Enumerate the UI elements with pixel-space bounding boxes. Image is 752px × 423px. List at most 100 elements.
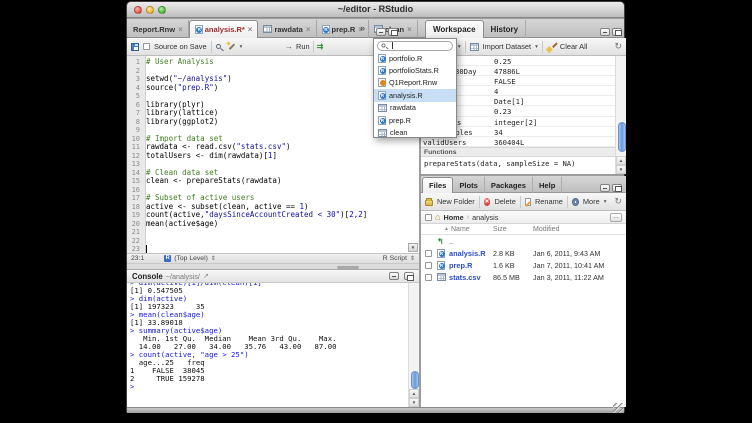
- resize-grip[interactable]: [613, 403, 623, 413]
- tab-files[interactable]: Files: [422, 177, 453, 193]
- tab-close-icon[interactable]: [178, 25, 183, 34]
- doc-type-label[interactable]: R Script: [383, 255, 407, 262]
- sort-asc-icon[interactable]: [444, 226, 449, 232]
- scrollbar-thumb[interactable]: [411, 371, 419, 389]
- file-name[interactable]: prep.R: [449, 261, 472, 270]
- more-button[interactable]: More: [583, 197, 600, 206]
- code-token: ): [227, 74, 232, 83]
- open-folder-icon[interactable]: [203, 272, 209, 280]
- ellipsis-button[interactable]: [610, 213, 622, 222]
- scrollbar-thumb[interactable]: [618, 122, 626, 152]
- rerun-icon[interactable]: [317, 42, 324, 51]
- maximize-pane-icon[interactable]: [404, 272, 414, 280]
- minimize-pane-icon[interactable]: [600, 28, 610, 36]
- refresh-icon[interactable]: [614, 41, 622, 52]
- maximize-pane-icon[interactable]: [388, 28, 398, 36]
- breadcrumb-home[interactable]: Home: [443, 213, 463, 222]
- dropdown-item[interactable]: Ranalysis.R: [374, 89, 456, 101]
- dropdown-item[interactable]: RportfolioStats.R: [374, 64, 456, 76]
- editor-scroll-down-icon[interactable]: [408, 243, 418, 252]
- tab-close-icon[interactable]: [306, 25, 311, 34]
- editor-tab[interactable]: Report.Rnw: [128, 20, 189, 38]
- clear-all-button[interactable]: Clear All: [560, 42, 588, 51]
- maximize-pane-icon[interactable]: [612, 28, 622, 36]
- run-arrow-icon[interactable]: [285, 42, 293, 51]
- home-icon[interactable]: [435, 212, 440, 222]
- code-line: 22: [127, 237, 419, 246]
- function-signature[interactable]: prepareStats(data, sampleSize = NA): [421, 157, 626, 168]
- code-token: ]: [272, 151, 277, 160]
- tab-workspace[interactable]: Workspace: [425, 20, 484, 38]
- file-checkbox[interactable]: [425, 274, 432, 281]
- doctype-stepper-icon[interactable]: [410, 255, 415, 262]
- tab-close-icon[interactable]: [248, 25, 253, 34]
- clear-all-broom-icon[interactable]: [547, 42, 556, 51]
- save-icon[interactable]: [131, 43, 139, 51]
- r-badge: R: [196, 27, 202, 33]
- source-on-save-checkbox[interactable]: [143, 43, 150, 50]
- files-breadcrumb: Home analysis: [421, 211, 626, 224]
- line-number: 4: [127, 84, 143, 93]
- dropdown-item[interactable]: Q1Report.Rnw: [374, 77, 456, 89]
- import-dataset-icon[interactable]: [470, 43, 479, 51]
- file-checkbox[interactable]: [425, 250, 432, 257]
- dropdown-item[interactable]: Rportfolio.R: [374, 52, 456, 64]
- gear-icon[interactable]: [572, 198, 579, 206]
- workspace-scrollbar[interactable]: [615, 56, 626, 174]
- file-row[interactable]: Rprep.R1.6 KBJan 7, 2011, 10:41 AM: [421, 259, 626, 271]
- r-scope-icon: [164, 255, 171, 262]
- dropdown-item[interactable]: Rprep.R: [374, 114, 456, 126]
- code-tools-wand-icon[interactable]: [227, 42, 236, 51]
- delete-button[interactable]: Delete: [494, 197, 515, 206]
- refresh-icon[interactable]: [614, 196, 622, 207]
- minimize-pane-icon[interactable]: [600, 184, 610, 192]
- scope-label[interactable]: (Top Level): [174, 255, 208, 262]
- new-folder-icon[interactable]: [425, 200, 433, 206]
- rename-button[interactable]: Rename: [535, 197, 563, 206]
- editor-status-bar: 23:1 (Top Level) R Script: [127, 253, 419, 263]
- chevron-down-icon: [240, 44, 243, 50]
- import-dataset-button[interactable]: Import Dataset: [483, 42, 531, 51]
- maximize-pane-icon[interactable]: [612, 184, 622, 192]
- breadcrumb-folder[interactable]: analysis: [472, 213, 498, 222]
- editor-tab[interactable]: Ranalysis.R*: [189, 20, 259, 38]
- file-name[interactable]: ..: [449, 237, 453, 246]
- scroll-up-icon[interactable]: [616, 156, 626, 165]
- console-output[interactable]: > dim(active)[1]/dim(clean)[1][1] 0.5475…: [127, 283, 419, 407]
- scroll-up-icon[interactable]: [409, 389, 419, 398]
- tab-help[interactable]: Help: [533, 177, 562, 193]
- minimize-pane-icon[interactable]: [389, 272, 399, 280]
- tab-overflow-chevron-icon[interactable]: [360, 23, 365, 33]
- editor-tab[interactable]: rawdata: [258, 20, 316, 38]
- rename-icon[interactable]: [525, 198, 531, 206]
- file-checkbox[interactable]: [425, 262, 432, 269]
- new-folder-button[interactable]: New Folder: [437, 197, 475, 206]
- file-row[interactable]: stats.csv86.5 MBJan 3, 2011, 11:22 AM: [421, 271, 626, 283]
- file-name[interactable]: analysis.R: [449, 249, 486, 258]
- scroll-down-icon[interactable]: [409, 398, 419, 407]
- delete-icon[interactable]: [484, 198, 491, 206]
- dropdown-item[interactable]: clean: [374, 126, 456, 138]
- dropdown-item[interactable]: rawdata: [374, 102, 456, 114]
- file-row[interactable]: Ranalysis.R2.8 KBJan 6, 2011, 9:43 AM: [421, 247, 626, 259]
- file-row[interactable]: ..: [421, 235, 626, 247]
- scope-stepper-icon[interactable]: [211, 255, 216, 262]
- tab-close-icon[interactable]: [407, 25, 412, 34]
- search-input[interactable]: [377, 41, 453, 51]
- tab-plots[interactable]: Plots: [453, 177, 485, 193]
- tab-history[interactable]: History: [484, 20, 527, 38]
- column-size[interactable]: Size: [493, 226, 507, 233]
- scroll-down-icon[interactable]: [616, 165, 626, 174]
- console-scrollbar[interactable]: [408, 283, 419, 407]
- select-all-checkbox[interactable]: [425, 214, 432, 221]
- file-name[interactable]: stats.csv: [449, 273, 481, 282]
- window-titlebar[interactable]: ~/editor - RStudio: [127, 2, 624, 18]
- column-modified[interactable]: Modified: [533, 226, 559, 233]
- tab-packages[interactable]: Packages: [485, 177, 533, 193]
- search-icon[interactable]: [216, 44, 221, 49]
- column-name[interactable]: Name: [451, 226, 470, 233]
- dd-items: Rportfolio.RRportfolioStats.RQ1Report.Rn…: [374, 52, 456, 139]
- minimize-pane-icon[interactable]: [376, 28, 386, 36]
- run-button[interactable]: Run: [296, 42, 310, 51]
- code-line: 20mean(active$age): [127, 220, 419, 229]
